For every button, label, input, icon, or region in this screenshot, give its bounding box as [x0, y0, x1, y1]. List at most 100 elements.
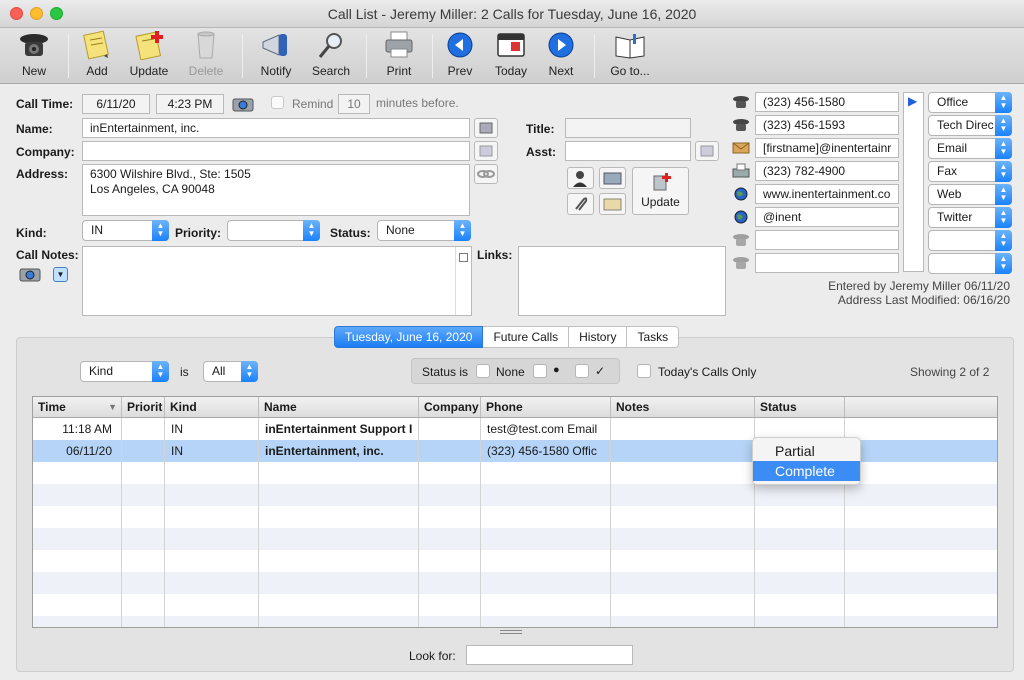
minimize-window-button[interactable]	[30, 7, 43, 20]
status-partial-checkbox[interactable]	[533, 364, 547, 378]
chevron-updown-icon: ▲ ▼	[241, 361, 258, 382]
showing-count: Showing 2 of 2	[910, 365, 990, 379]
close-window-button[interactable]	[10, 7, 23, 20]
notes-button[interactable]	[599, 193, 626, 215]
contact-selector-column[interactable]: ▶	[903, 92, 924, 272]
status-value: None	[386, 223, 415, 237]
camera-button[interactable]	[231, 94, 255, 114]
resize-grip-icon[interactable]	[500, 630, 522, 634]
tab-tasks[interactable]: Tasks	[627, 326, 680, 348]
next-button[interactable]: Next	[544, 30, 578, 82]
contact-type-select[interactable]: Twitter ▲ ▼	[928, 207, 1012, 228]
notify-button[interactable]: Notify	[254, 30, 298, 82]
add-button[interactable]: Add	[80, 30, 114, 82]
contact-update-button[interactable]: Update	[632, 167, 689, 215]
remind-checkbox[interactable]	[271, 96, 284, 109]
search-button[interactable]: Search	[308, 30, 354, 82]
call-time-field[interactable]: 4:23 PM	[156, 94, 224, 114]
call-notes-field[interactable]	[82, 246, 472, 316]
contact-type-select[interactable]: Tech Direc ▲ ▼	[928, 115, 1012, 136]
new-button[interactable]: New	[12, 30, 56, 82]
asst-field[interactable]	[565, 141, 691, 161]
tab-history[interactable]: History	[569, 326, 628, 348]
goto-button[interactable]: Go to...	[606, 30, 654, 82]
contact-person-button[interactable]	[567, 167, 594, 189]
filter-value-select[interactable]: All ▲ ▼	[203, 361, 258, 382]
empty-table-row[interactable]	[33, 572, 997, 594]
tab-today[interactable]: Tuesday, June 16, 2020	[334, 326, 484, 348]
menu-item-complete[interactable]: Complete	[753, 461, 860, 481]
column-notes[interactable]: Notes	[611, 397, 755, 417]
contact-type-select[interactable]: Fax ▲ ▼	[928, 161, 1012, 182]
empty-table-row[interactable]	[33, 528, 997, 550]
column-company[interactable]: Company	[419, 397, 481, 417]
todays-calls-checkbox[interactable]	[637, 364, 651, 378]
column-status[interactable]: Status	[755, 397, 845, 417]
card-icon	[700, 145, 714, 157]
empty-table-row[interactable]	[33, 550, 997, 572]
notes-camera-button[interactable]	[18, 264, 42, 284]
contact-card-button[interactable]	[599, 167, 626, 189]
tab-future-calls[interactable]: Future Calls	[483, 326, 570, 348]
name-field[interactable]: inEntertainment, inc.	[82, 118, 470, 138]
attach-button[interactable]	[567, 193, 594, 215]
address-link-button[interactable]	[474, 164, 498, 184]
call-time-label: Call Time:	[16, 97, 74, 111]
zoom-window-button[interactable]	[50, 7, 63, 20]
contact-value-field[interactable]: (323) 782-4900	[755, 161, 899, 181]
entered-by: Entered by Jeremy Miller 06/11/20	[828, 279, 1010, 293]
megaphone-icon	[262, 34, 287, 56]
contact-type-select[interactable]: Web ▲ ▼	[928, 184, 1012, 205]
email-icon	[731, 140, 751, 159]
cell-name: inEntertainment, inc.	[265, 444, 384, 458]
contact-value-field[interactable]	[755, 253, 899, 273]
contact-value-field[interactable]: @inent	[755, 207, 899, 227]
contact-value-field[interactable]: (323) 456-1580	[755, 92, 899, 112]
contact-value-field[interactable]: [firstname]@inentertainr	[755, 138, 899, 158]
contact-value-field[interactable]: (323) 456-1593	[755, 115, 899, 135]
contact-type-select[interactable]: ▲ ▼	[928, 230, 1012, 251]
print-button[interactable]: Print	[378, 30, 420, 82]
menu-item-partial[interactable]: Partial	[753, 441, 860, 461]
remind-minutes-field[interactable]: 10	[338, 94, 370, 114]
chevron-updown-icon: ▲ ▼	[454, 220, 471, 241]
todays-calls-label: Today's Calls Only	[658, 365, 757, 379]
column-kind[interactable]: Kind	[165, 397, 259, 417]
address-field[interactable]: 6300 Wilshire Blvd., Ste: 1505 Los Angel…	[82, 164, 470, 216]
priority-select[interactable]: ▲ ▼	[227, 220, 320, 241]
empty-table-row[interactable]	[33, 594, 997, 616]
column-priority[interactable]: Priorit	[122, 397, 165, 417]
column-phone[interactable]: Phone	[481, 397, 611, 417]
kind-select[interactable]: IN ▲ ▼	[82, 220, 169, 241]
empty-table-row[interactable]	[33, 616, 997, 627]
title-field[interactable]	[565, 118, 691, 138]
prev-button[interactable]: Prev	[442, 30, 478, 82]
company-card-button[interactable]	[474, 141, 498, 161]
today-button[interactable]: Today	[488, 30, 534, 82]
status-none-checkbox[interactable]	[476, 364, 490, 378]
empty-table-row[interactable]	[33, 484, 997, 506]
contact-type-select[interactable]: Email ▲ ▼	[928, 138, 1012, 159]
status-complete-checkbox[interactable]	[575, 364, 589, 378]
contact-value-field[interactable]: www.inentertainment.co	[755, 184, 899, 204]
notes-scrollbar[interactable]	[455, 247, 471, 315]
name-card-button[interactable]	[474, 118, 498, 138]
update-button[interactable]: Update	[126, 30, 172, 82]
contact-type-select[interactable]: Office ▲ ▼	[928, 92, 1012, 113]
call-notes-label: Call Notes:	[16, 248, 79, 262]
notes-dropdown-button[interactable]: ▼	[53, 267, 68, 282]
empty-table-row[interactable]	[33, 506, 997, 528]
contact-type-select[interactable]: ▲ ▼	[928, 253, 1012, 274]
look-for-field[interactable]	[466, 645, 633, 665]
filter-field-select[interactable]: Kind ▲ ▼	[80, 361, 169, 382]
contact-value-field[interactable]	[755, 230, 899, 250]
links-field[interactable]	[518, 246, 726, 316]
asst-card-button[interactable]	[695, 141, 719, 161]
column-name[interactable]: Name	[259, 397, 419, 417]
column-time[interactable]: Time ▼	[33, 397, 122, 417]
call-date-field[interactable]: 6/11/20	[82, 94, 150, 114]
telephone-icon	[20, 34, 48, 56]
company-field[interactable]	[82, 141, 470, 161]
delete-button[interactable]: Delete	[184, 30, 228, 82]
status-select[interactable]: None ▲ ▼	[377, 220, 471, 241]
